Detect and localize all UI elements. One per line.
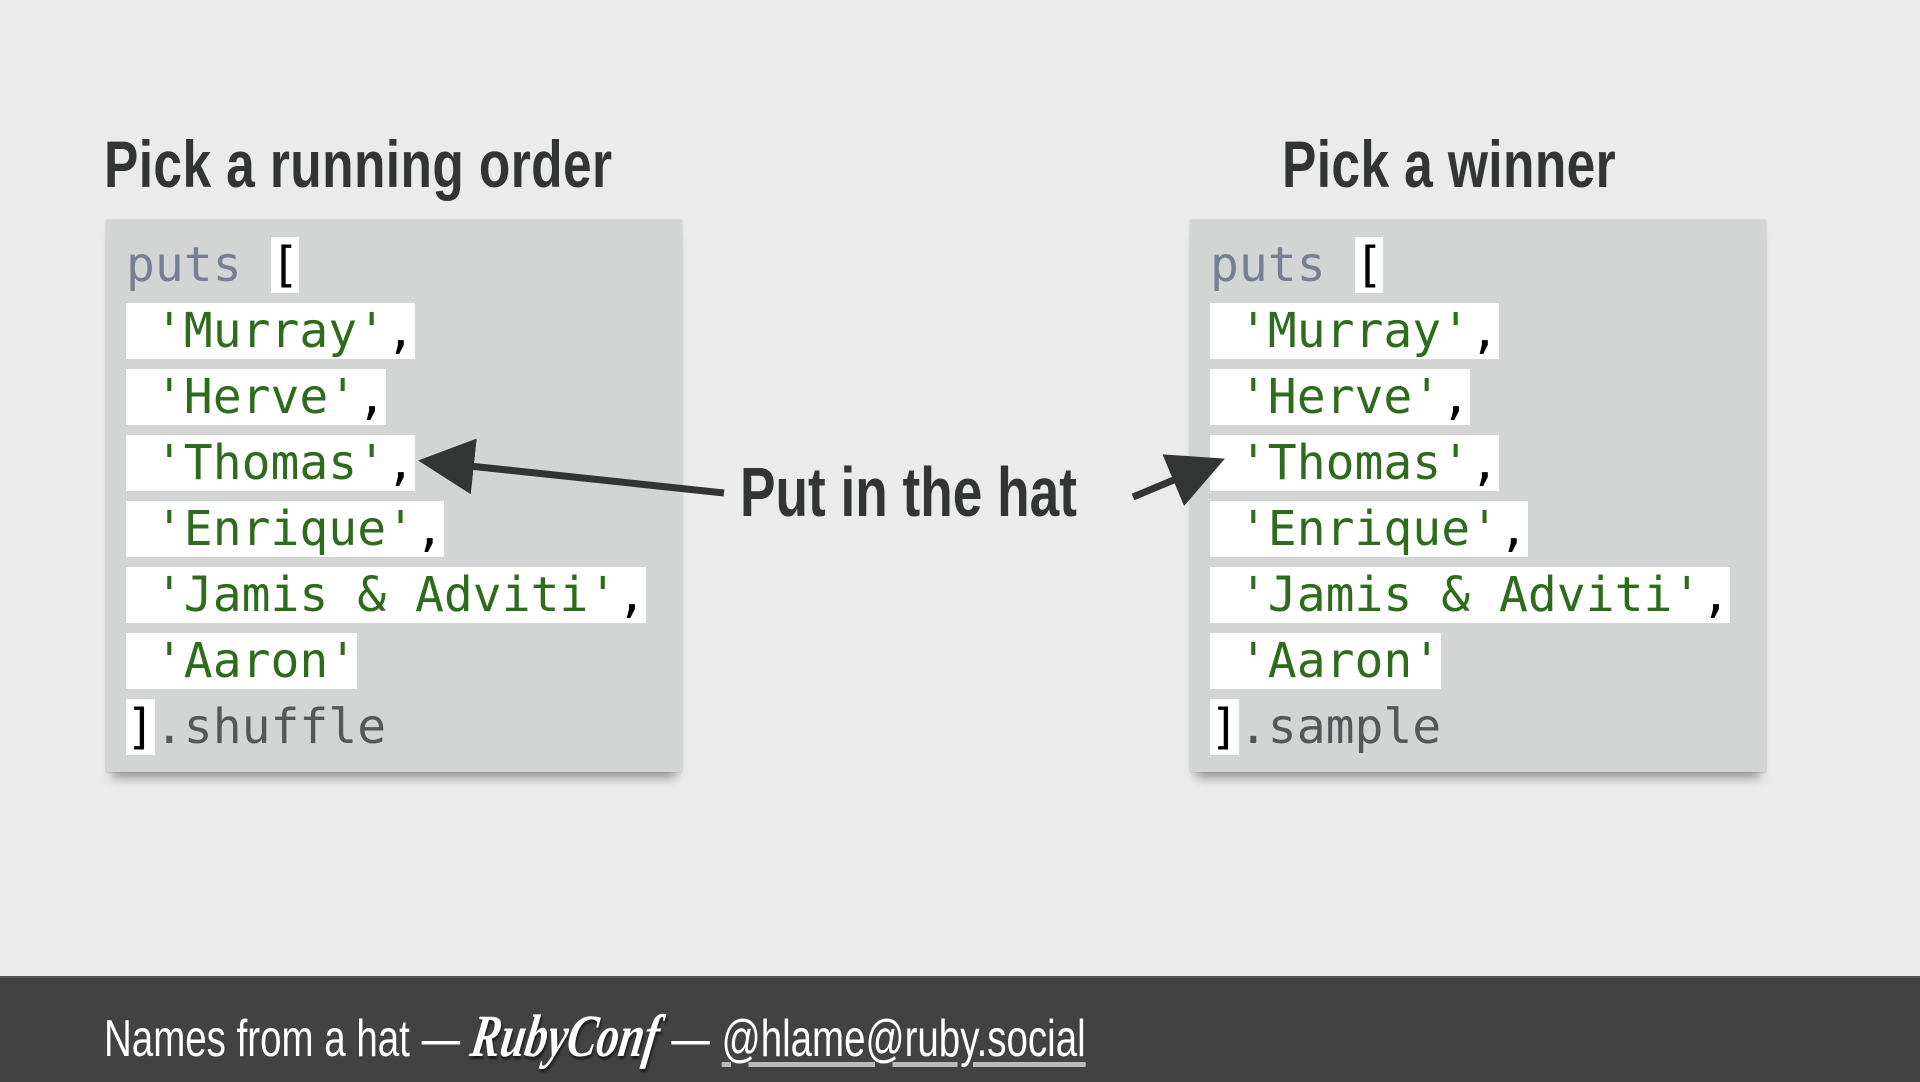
code-line-item: 'Aaron': [106, 628, 682, 694]
code-line-item: 'Herve',: [106, 364, 682, 430]
name-string: 'Jamis & Adviti': [154, 567, 618, 623]
name-string: 'Jamis & Adviti': [1238, 567, 1702, 623]
code-line-item: 'Murray',: [106, 298, 682, 364]
name-string: 'Aaron': [154, 633, 358, 689]
shuffle-code-block: puts [ 'Murray', 'Herve', 'Thomas', 'Enr…: [106, 220, 682, 772]
code-line-item: 'Jamis & Adviti',: [1190, 562, 1766, 628]
open-bracket: [: [1354, 237, 1384, 293]
close-bracket: ]: [1210, 699, 1239, 755]
code-line-item: 'Thomas',: [106, 430, 682, 496]
name-string: 'Murray': [154, 303, 387, 359]
close-bracket: ]: [126, 699, 155, 755]
code-line-method: ].sample: [1190, 694, 1766, 760]
sample-method: .sample: [1238, 699, 1442, 755]
winner-heading: Pick a winner: [1282, 127, 1617, 201]
name-string: 'Thomas': [1238, 435, 1471, 491]
footer-text: Names from a hat — RubyConf — @hlame@rub…: [104, 1002, 1086, 1071]
footer-bar: Names from a hat — RubyConf — @hlame@rub…: [0, 976, 1920, 1082]
code-line-puts: puts [: [106, 232, 682, 298]
shuffle-method: .shuffle: [154, 699, 387, 755]
open-bracket: [: [270, 237, 300, 293]
code-line-item: 'Murray',: [1190, 298, 1766, 364]
code-line-puts: puts [: [1190, 232, 1766, 298]
name-string: 'Enrique': [154, 501, 415, 557]
name-string: 'Thomas': [154, 435, 387, 491]
name-string: 'Enrique': [1238, 501, 1499, 557]
code-line-item: 'Aaron': [1190, 628, 1766, 694]
footer-separator: —: [671, 1010, 710, 1068]
name-string: 'Aaron': [1238, 633, 1442, 689]
sample-code-block: puts [ 'Murray', 'Herve', 'Thomas', 'Enr…: [1190, 220, 1766, 772]
code-line-item: 'Enrique',: [106, 496, 682, 562]
footer-separator: —: [421, 1010, 461, 1068]
talk-title: Names from a hat: [104, 1010, 410, 1068]
name-string: 'Herve': [1238, 369, 1442, 425]
running-order-heading: Pick a running order: [104, 127, 613, 201]
code-line-item: 'Herve',: [1190, 364, 1766, 430]
code-line-item: 'Jamis & Adviti',: [106, 562, 682, 628]
rubyconf-logo: RubyConf: [466, 1003, 665, 1069]
code-line-item: 'Thomas',: [1190, 430, 1766, 496]
code-line-item: 'Enrique',: [1190, 496, 1766, 562]
puts-keyword: puts: [126, 237, 242, 293]
name-string: 'Herve': [154, 369, 358, 425]
mastodon-handle-link[interactable]: @hlame@ruby.social: [722, 1009, 1086, 1069]
put-in-the-hat-label: Put in the hat: [740, 453, 1077, 531]
puts-keyword: puts: [1210, 237, 1326, 293]
code-line-method: ].shuffle: [106, 694, 682, 760]
name-string: 'Murray': [1238, 303, 1471, 359]
